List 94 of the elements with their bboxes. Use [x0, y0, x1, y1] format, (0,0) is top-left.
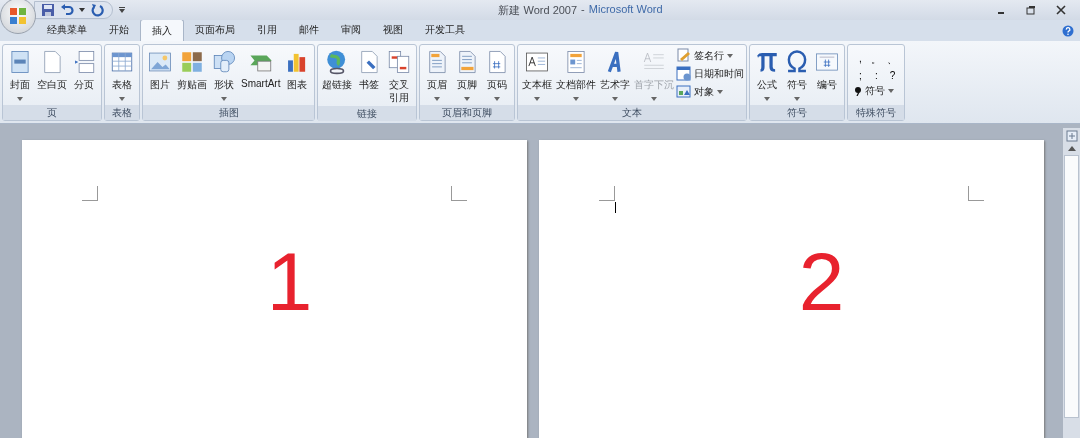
ribbon-button[interactable]: 书签 [354, 47, 385, 94]
document-title: 新建 Word 2007 [498, 2, 578, 18]
ribbon-tab[interactable]: 页面布局 [184, 19, 246, 40]
corner-mark [968, 186, 984, 201]
symbol-button[interactable]: : [870, 70, 883, 81]
handwritten-number: 2 [798, 241, 845, 323]
ribbon-button[interactable]: 形状 [209, 47, 239, 103]
group-label: 链接 [318, 106, 417, 121]
restore-icon[interactable] [1026, 5, 1036, 15]
dropdown-arrow-icon [119, 97, 125, 101]
ribbon-button[interactable]: 符号 [782, 47, 813, 103]
office-logo-icon [8, 6, 28, 26]
corner-mark [82, 186, 98, 201]
ribbon-button[interactable]: 剪贴画 [175, 47, 209, 94]
ribbon-button[interactable]: 页眉 [422, 47, 453, 103]
calendar-icon [676, 66, 692, 81]
ribbon-button[interactable]: 表格 [107, 47, 137, 103]
dropdown-arrow-icon [434, 97, 441, 101]
ribbon-button[interactable]: 图片 [145, 47, 175, 94]
ribbon-tab[interactable]: 开发工具 [414, 19, 476, 40]
dropdown-arrow-icon [764, 97, 771, 101]
ribbon-tab[interactable]: 开始 [98, 19, 140, 40]
ribbon-button[interactable]: 分页 [69, 47, 99, 94]
group-label: 插图 [143, 105, 315, 120]
clip-art-icon [179, 49, 205, 75]
dropdown-arrow-icon [573, 97, 580, 101]
table-icon [109, 49, 135, 75]
dropdown-arrow-icon [464, 97, 471, 101]
office-button[interactable] [0, 0, 36, 34]
save-icon[interactable] [41, 3, 55, 17]
close-icon[interactable] [1056, 5, 1066, 15]
scrollbar-thumb[interactable] [1064, 155, 1079, 418]
group-label: 页 [3, 105, 101, 120]
symbol-button[interactable]: 。 [870, 53, 883, 67]
ribbon-button[interactable]: 艺术字 [598, 47, 633, 103]
undo-icon[interactable] [60, 3, 74, 17]
ribbon-button[interactable]: 文档部件 [554, 47, 599, 103]
ribbon-button[interactable]: 封面 [5, 47, 35, 103]
group-label: 文本 [518, 105, 747, 120]
ribbon-button[interactable]: 空白页 [35, 47, 69, 94]
ribbon-tab[interactable]: 视图 [372, 19, 414, 40]
shapes-icon [211, 49, 237, 75]
symbol-button[interactable]: 、 [886, 53, 899, 67]
symbol-button[interactable]: ? [886, 70, 899, 81]
dropdown-arrow-icon[interactable] [79, 8, 85, 12]
ribbon-button[interactable]: SmartArt [239, 47, 283, 91]
symbol-button[interactable]: , [854, 53, 867, 67]
ribbon-button[interactable]: 日期和时间 [676, 66, 745, 81]
application-name: Microsoft Word [588, 2, 663, 17]
title-separator: - [581, 2, 585, 17]
ribbon-button[interactable]: 对象 [676, 84, 745, 99]
ribbon-tab[interactable]: 引用 [246, 19, 288, 40]
text-box-icon [524, 49, 551, 75]
ribbon-button[interactable]: 公式 [752, 47, 783, 103]
ribbon-button[interactable]: 符号 [854, 84, 899, 98]
dropdown-arrow-icon [727, 53, 734, 58]
redo-icon[interactable] [90, 3, 104, 17]
dropdown-arrow-icon [534, 97, 541, 101]
group-label: 符号 [750, 105, 845, 120]
ribbon-button[interactable]: 签名行 [676, 48, 745, 63]
object-icon [676, 84, 692, 99]
bullet-icon [854, 86, 863, 96]
dropdown-arrow-icon [17, 97, 23, 101]
ribbon-tab[interactable]: 经典菜单 [36, 19, 98, 40]
symbol-button[interactable]: ; [854, 70, 867, 81]
dropdown-arrow-icon [794, 97, 801, 101]
dropdown-arrow-icon [888, 89, 895, 93]
scroll-up-icon[interactable] [1067, 146, 1076, 151]
ribbon-tab[interactable]: 插入 [140, 19, 184, 41]
ruler-toggle-icon[interactable] [1065, 130, 1078, 142]
corner-mark [451, 186, 467, 201]
ribbon-button[interactable]: 页脚 [452, 47, 483, 103]
ribbon-button[interactable]: 编号 [812, 47, 843, 94]
dropdown-arrow-icon [651, 97, 658, 101]
dropdown-arrow-icon [221, 97, 227, 101]
ribbon-button[interactable]: 超链接 [320, 47, 355, 94]
ribbon-button[interactable]: 图表 [282, 47, 313, 94]
dropdown-arrow-icon [612, 97, 619, 101]
corner-mark [599, 186, 615, 201]
group-label: 表格 [105, 105, 139, 120]
vertical-scrollbar[interactable] [1063, 128, 1080, 438]
handwritten-number: 1 [266, 241, 313, 323]
dropdown-arrow-icon [494, 97, 501, 101]
ribbon-tab[interactable]: 审阅 [330, 19, 372, 40]
customize-toolbar-icon[interactable] [119, 7, 125, 13]
ribbon-button[interactable]: 交叉引用 [384, 47, 415, 106]
picture-icon [147, 49, 173, 75]
ribbon-button[interactable]: 文本框 [520, 47, 555, 103]
group-label: 特殊符号 [848, 105, 905, 120]
ribbon-button[interactable]: 页码 [482, 47, 513, 103]
group-label: 页眉和页脚 [420, 105, 515, 120]
dropdown-arrow-icon [717, 89, 724, 94]
help-icon[interactable] [1062, 25, 1074, 37]
ribbon-tab[interactable]: 邮件 [288, 19, 330, 40]
